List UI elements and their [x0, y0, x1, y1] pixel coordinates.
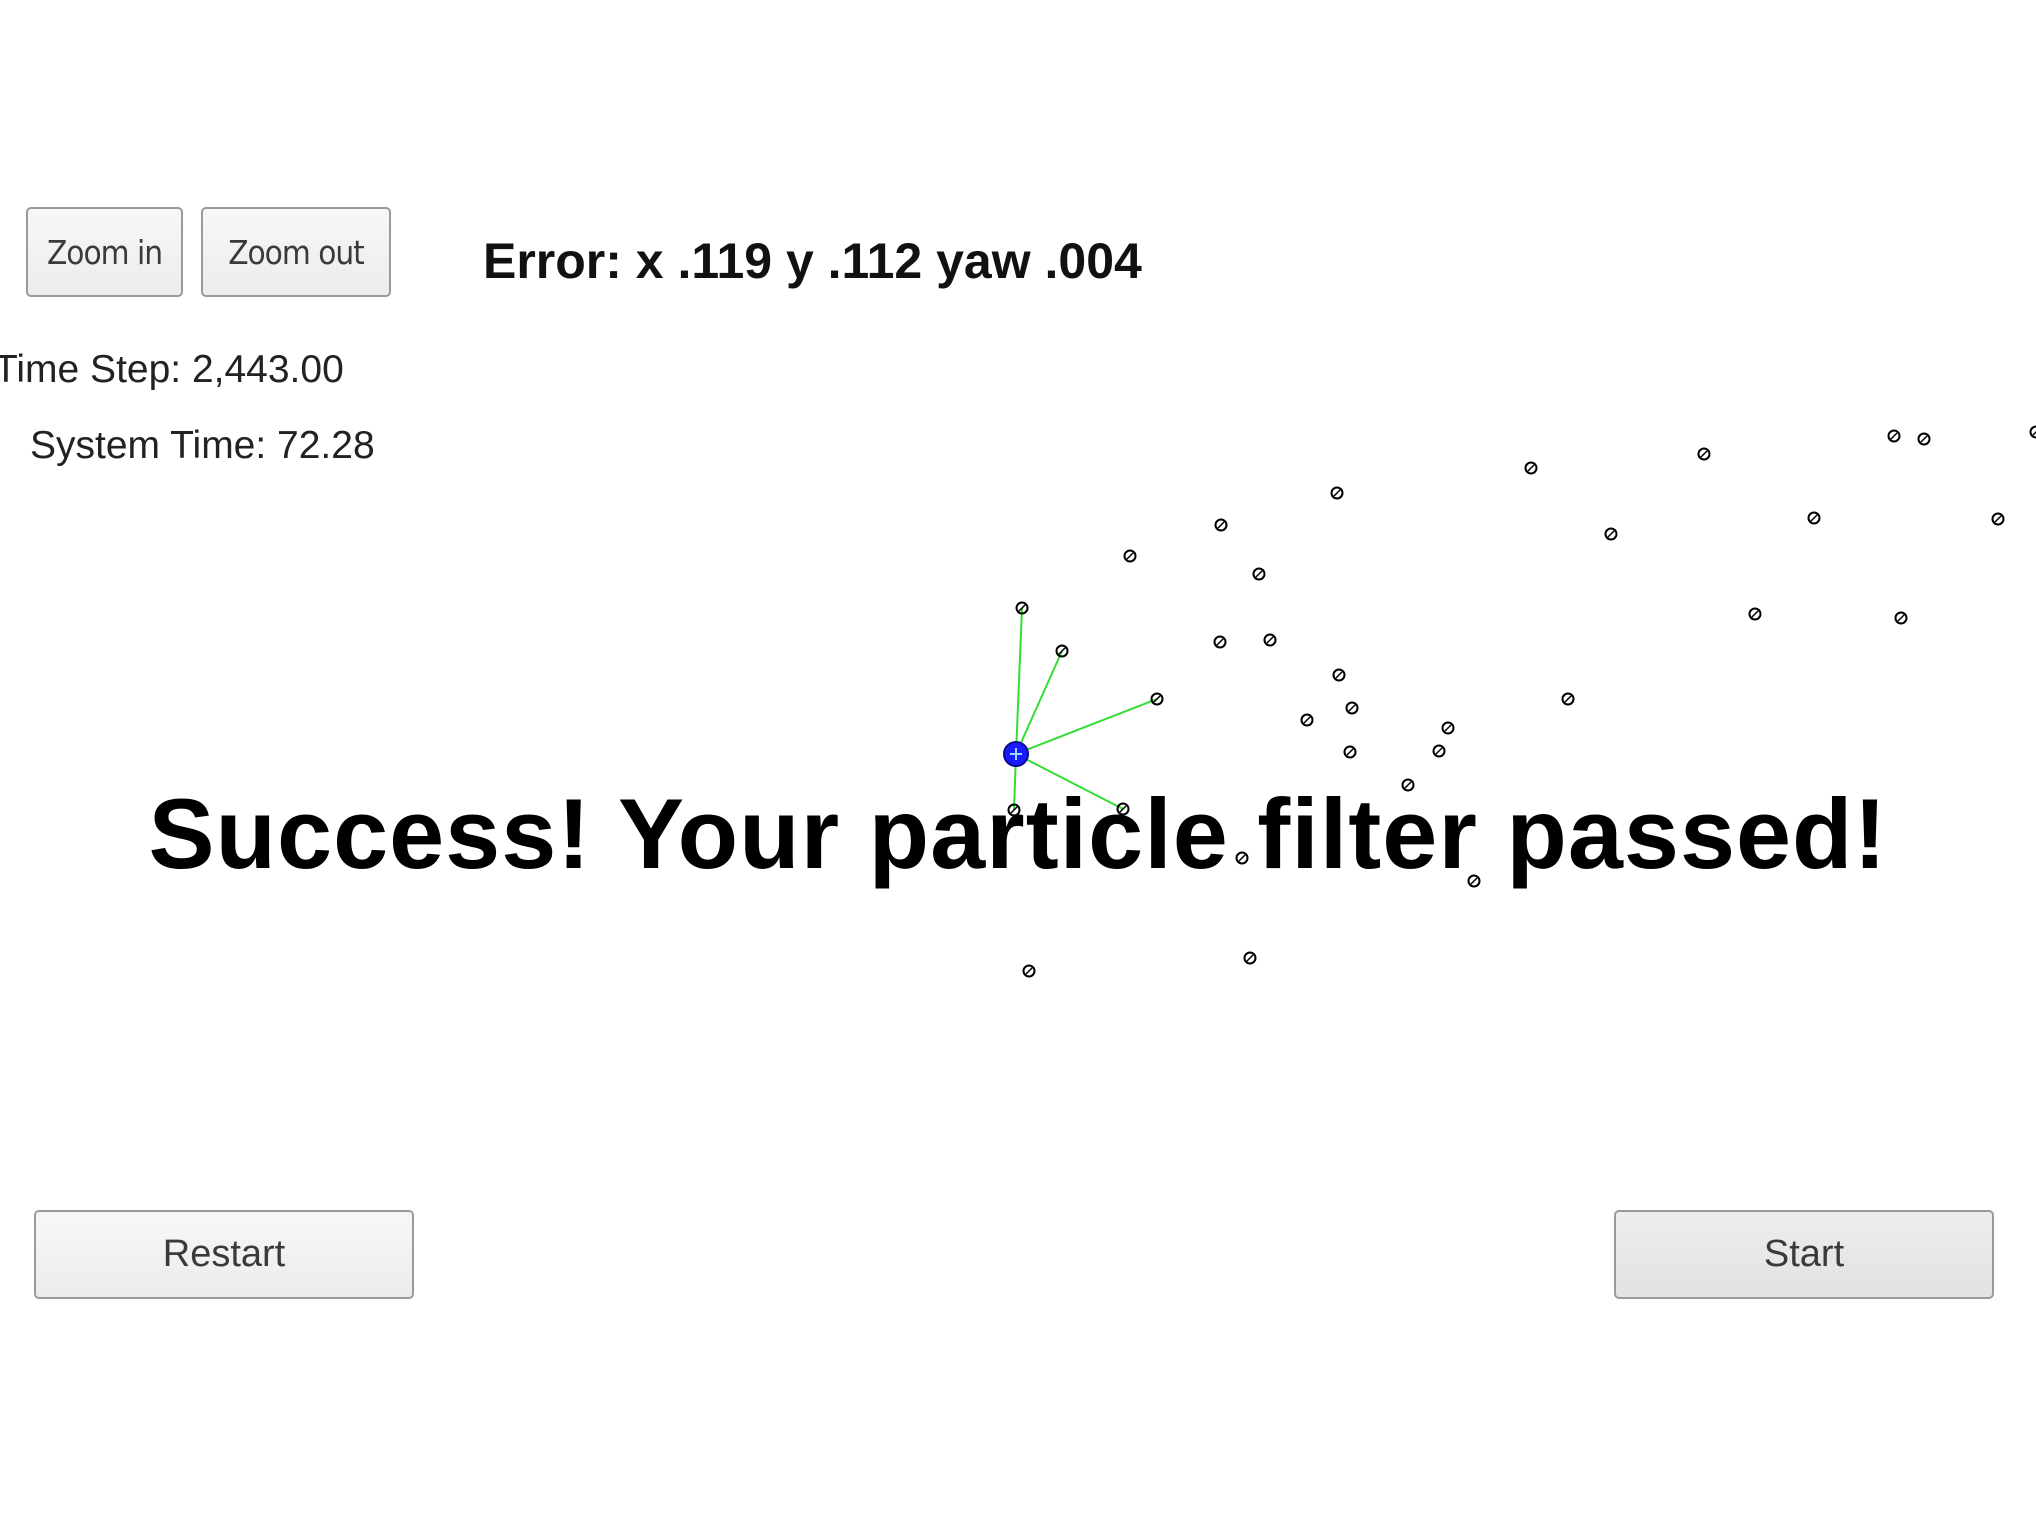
landmark-marker-icon [1917, 432, 1931, 446]
system-time-readout: System Time: 72.28 [30, 424, 375, 467]
landmark-marker-icon [1748, 607, 1762, 621]
restart-button[interactable]: Restart [34, 1210, 414, 1299]
vehicle-marker-icon [1003, 741, 1029, 767]
landmark-marker-icon [1401, 778, 1415, 792]
landmark-marker-icon [1432, 744, 1446, 758]
landmark-marker-icon [1243, 951, 1257, 965]
landmark-marker-icon [1887, 429, 1901, 443]
error-readout: Error: x .119 y .112 yaw .004 [483, 233, 1142, 289]
landmark-marker-icon [1123, 549, 1137, 563]
observation-line [1015, 753, 1124, 810]
landmark-marker-icon [1332, 668, 1346, 682]
landmark-marker-icon [1150, 692, 1164, 706]
landmark-marker-icon [1894, 611, 1908, 625]
landmark-marker-icon [1345, 701, 1359, 715]
landmark-layer [1007, 425, 2036, 978]
observation-lines [1013, 607, 1158, 811]
landmark-marker-icon [1252, 567, 1266, 581]
landmark-marker-icon [1263, 633, 1277, 647]
landmark-marker-icon [1235, 851, 1249, 865]
landmark-marker-icon [1604, 527, 1618, 541]
landmark-marker-icon [1214, 518, 1228, 532]
landmark-marker-icon [1213, 635, 1227, 649]
landmark-marker-icon [1116, 802, 1130, 816]
landmark-marker-icon [2029, 425, 2036, 439]
landmark-marker-icon [1524, 461, 1538, 475]
zoom-out-button[interactable]: Zoom out [201, 207, 391, 297]
landmark-marker-icon [1022, 964, 1036, 978]
start-button[interactable]: Start [1614, 1210, 1994, 1299]
landmark-marker-icon [1561, 692, 1575, 706]
landmark-marker-icon [1343, 745, 1357, 759]
observation-line [1015, 607, 1023, 755]
landmark-marker-icon [1697, 447, 1711, 461]
landmark-marker-icon [1467, 874, 1481, 888]
landmark-marker-icon [1055, 644, 1069, 658]
landmark-marker-icon [1330, 486, 1344, 500]
landmark-marker-icon [1807, 511, 1821, 525]
zoom-in-button[interactable]: Zoom in [26, 207, 183, 297]
landmark-marker-icon [1991, 512, 2005, 526]
landmark-marker-icon [1300, 713, 1314, 727]
time-step-readout: Time Step: 2,443.00 [0, 348, 344, 391]
landmark-marker-icon [1441, 721, 1455, 735]
